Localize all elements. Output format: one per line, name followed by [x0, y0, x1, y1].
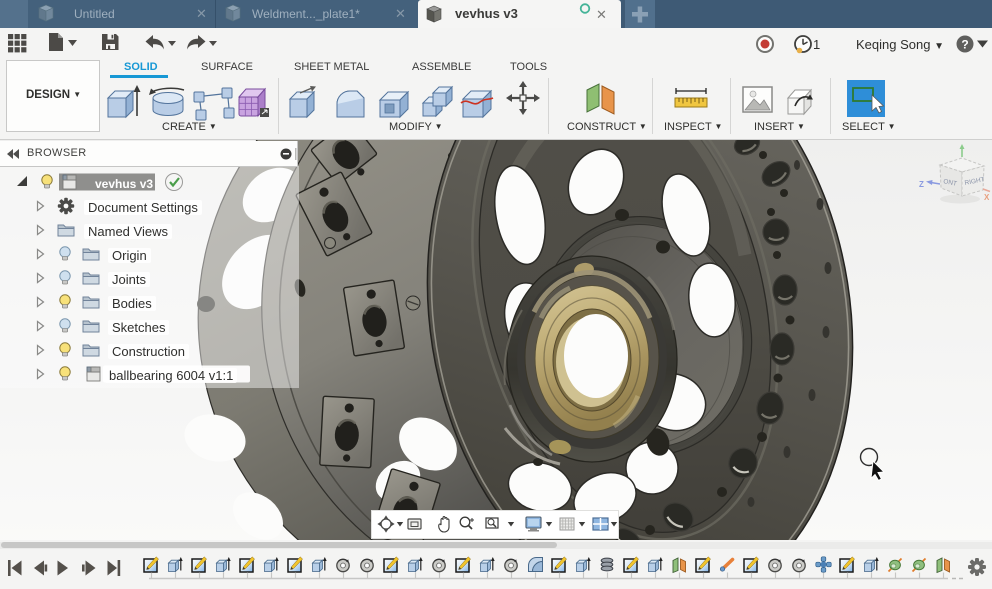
svg-text:1: 1	[813, 37, 820, 52]
svg-text:?: ?	[961, 38, 968, 52]
svg-text:Z: Z	[919, 180, 924, 189]
svg-text:X: X	[984, 193, 990, 202]
